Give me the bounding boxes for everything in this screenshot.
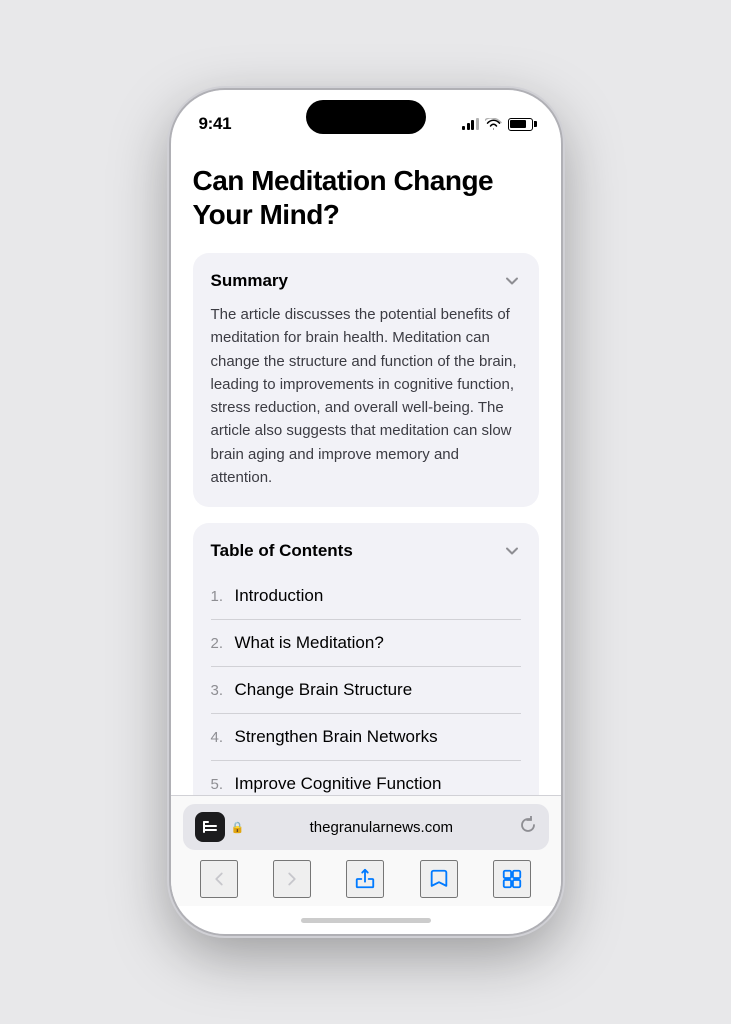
toc-item-label: Change Brain Structure	[235, 680, 413, 700]
dynamic-island	[306, 100, 426, 134]
home-bar	[301, 918, 431, 923]
summary-title: Summary	[211, 271, 288, 291]
status-icons	[462, 118, 533, 131]
article-title: Can Meditation Change Your Mind?	[193, 164, 539, 231]
back-button[interactable]	[200, 860, 238, 898]
tabs-button[interactable]	[493, 860, 531, 898]
status-bar: 9:41	[171, 90, 561, 144]
forward-button[interactable]	[273, 860, 311, 898]
wifi-icon	[485, 118, 502, 131]
toc-item-number: 2.	[211, 635, 235, 652]
summary-chevron-icon[interactable]	[503, 272, 521, 290]
toc-item-number: 3.	[211, 682, 235, 699]
url-text[interactable]: thegranularnews.com	[250, 819, 512, 836]
toc-item-number: 5.	[211, 776, 235, 793]
article-content[interactable]: Can Meditation Change Your Mind? Summary…	[171, 144, 561, 795]
toc-item-label: Introduction	[235, 586, 324, 606]
share-button[interactable]	[346, 860, 384, 898]
toc-item-label: Strengthen Brain Networks	[235, 727, 438, 747]
toc-item-number: 4.	[211, 729, 235, 746]
summary-body: The article discusses the potential bene…	[211, 303, 521, 489]
browser-bar: 🔒 thegranularnews.com	[171, 795, 561, 906]
home-indicator	[171, 906, 561, 934]
toc-list: 1. Introduction 2. What is Meditation? 3…	[211, 573, 521, 795]
phone-frame: 9:41 Can Meditation Change	[171, 90, 561, 934]
toc-item-number: 1.	[211, 588, 235, 605]
bookmarks-button[interactable]	[420, 860, 458, 898]
phone-screen: 9:41 Can Meditation Change	[171, 90, 561, 934]
url-bar[interactable]: 🔒 thegranularnews.com	[183, 804, 549, 850]
toc-item[interactable]: 1. Introduction	[211, 573, 521, 620]
toc-item[interactable]: 5. Improve Cognitive Function	[211, 761, 521, 795]
lock-icon: 🔒	[231, 821, 245, 834]
toc-header: Table of Contents	[211, 541, 521, 561]
toc-item[interactable]: 2. What is Meditation?	[211, 620, 521, 667]
summary-card: Summary The article discusses the potent…	[193, 253, 539, 507]
summary-header: Summary	[211, 271, 521, 291]
toc-item-label: What is Meditation?	[235, 633, 384, 653]
signal-icon	[462, 118, 479, 130]
toc-chevron-icon[interactable]	[503, 542, 521, 560]
toc-item-label: Improve Cognitive Function	[235, 774, 442, 794]
toc-item[interactable]: 4. Strengthen Brain Networks	[211, 714, 521, 761]
reader-icon[interactable]	[195, 812, 225, 842]
browser-nav	[183, 854, 549, 900]
toc-item[interactable]: 3. Change Brain Structure	[211, 667, 521, 714]
battery-icon	[508, 118, 533, 131]
status-time: 9:41	[199, 114, 232, 134]
toc-card: Table of Contents 1. Introduction 2. Wha…	[193, 523, 539, 795]
reload-icon[interactable]	[519, 816, 537, 839]
toc-title: Table of Contents	[211, 541, 353, 561]
